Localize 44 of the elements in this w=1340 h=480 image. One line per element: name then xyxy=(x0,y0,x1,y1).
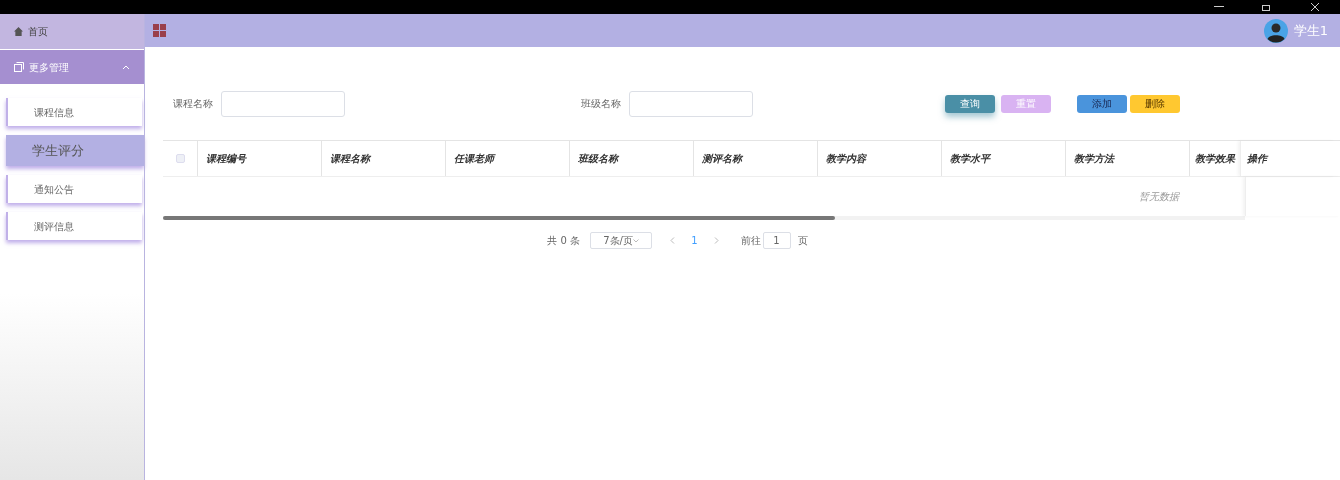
action-button[interactable]: 查询 xyxy=(945,94,995,113)
column-header: 操作 xyxy=(1240,141,1335,176)
next-page-icon[interactable] xyxy=(713,237,719,244)
user-name: 学生1 xyxy=(1293,21,1328,40)
action-button[interactable]: 删除 xyxy=(1130,94,1180,113)
column-header: 教学水平 xyxy=(942,141,1066,176)
sidebar-item[interactable]: 测评信息 xyxy=(6,212,142,240)
page-number[interactable]: 1 xyxy=(685,233,704,248)
menu-group-header[interactable]: 更多管理 xyxy=(0,50,144,84)
column-header: 教学效果 xyxy=(1194,152,1237,166)
home-icon xyxy=(14,27,23,36)
sidebar-item[interactable]: 学生评分 xyxy=(6,135,144,166)
jump-label: 前往 xyxy=(740,234,761,248)
column-header: 课程名称 xyxy=(322,141,446,176)
avatar-icon[interactable] xyxy=(1263,18,1288,43)
grid-icon[interactable] xyxy=(153,24,166,37)
minimize-icon[interactable] xyxy=(1214,6,1224,8)
total-count: 共 0 条 xyxy=(547,234,581,248)
page-suffix: 页 xyxy=(797,234,808,248)
filter-label: 课程名称 xyxy=(173,97,213,111)
prev-page-icon[interactable] xyxy=(670,237,676,244)
restore-icon[interactable] xyxy=(1262,3,1272,11)
action-button[interactable]: 添加 xyxy=(1077,94,1127,113)
input-field[interactable] xyxy=(221,90,345,117)
page-input[interactable]: 1 xyxy=(762,232,791,249)
caret-icon xyxy=(122,64,130,70)
column-header: 测评名称 xyxy=(694,141,818,176)
column-header: 任课老师 xyxy=(446,141,570,176)
column-header: 课程编号 xyxy=(198,141,322,176)
sidebar-item[interactable]: 首页 xyxy=(0,14,144,49)
close-icon[interactable] xyxy=(1310,3,1320,11)
sidebar-item[interactable]: 通知公告 xyxy=(6,175,142,203)
empty-text: 暂无数据 xyxy=(1139,190,1179,204)
filter-label: 班级名称 xyxy=(581,97,621,111)
scrollbar-thumb[interactable] xyxy=(163,216,835,220)
chevron-down-icon xyxy=(633,238,640,243)
page-size-select[interactable]: 7条/页 xyxy=(590,232,653,249)
column-header: 教学方法 xyxy=(1066,141,1190,176)
checkbox[interactable] xyxy=(175,154,185,163)
sidebar-item[interactable]: 课程信息 xyxy=(6,98,142,126)
column-header: 班级名称 xyxy=(570,141,694,176)
input-field[interactable] xyxy=(629,90,753,117)
column-header: 教学内容 xyxy=(818,141,942,176)
copy-icon xyxy=(14,62,24,72)
